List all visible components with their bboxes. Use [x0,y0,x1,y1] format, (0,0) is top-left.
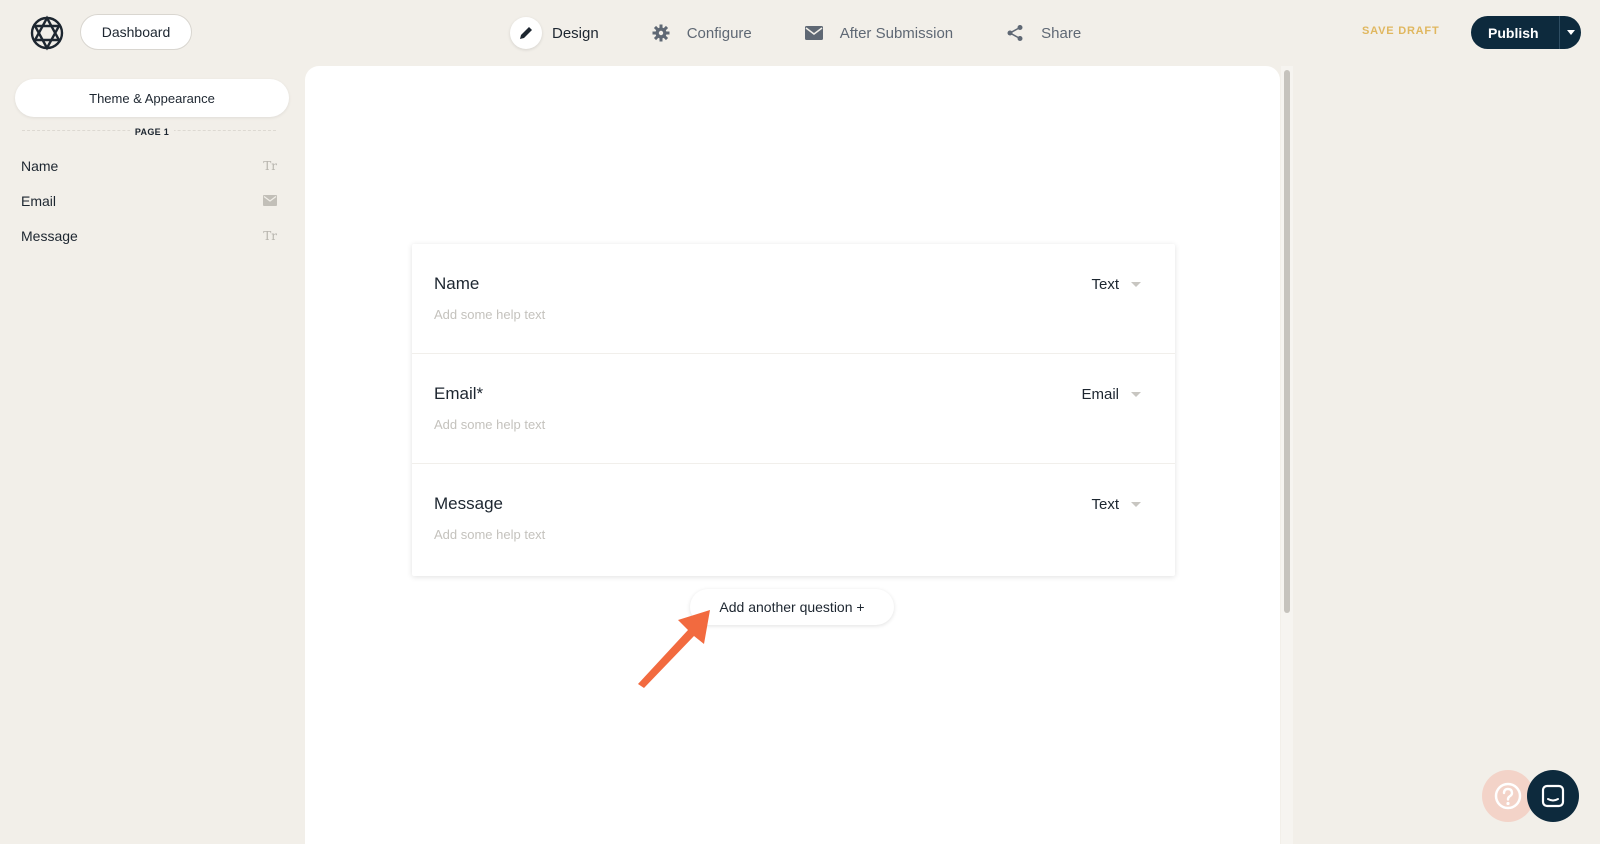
scrollbar-thumb[interactable] [1284,70,1290,613]
question-card-email[interactable]: Email* Add some help text Email [412,354,1175,464]
question-type-label: Email [1081,386,1119,403]
question-list: Name Add some help text Text Email* Add … [412,244,1175,576]
publish-label: Publish [1488,24,1539,41]
text-type-icon: Tr [263,159,277,173]
page-label: PAGE 1 [130,127,174,137]
pencil-icon [510,17,542,49]
tab-design-label: Design [552,24,599,42]
chevron-down-icon [1131,282,1141,287]
question-help-text[interactable]: Add some help text [434,307,545,322]
tab-design[interactable]: Design [510,17,599,49]
tab-share[interactable]: Share [999,17,1081,49]
text-type-icon: Tr [263,229,277,243]
chat-button[interactable] [1527,770,1579,822]
sidebar-item-label: Name [21,158,59,174]
chevron-down-icon [1131,502,1141,507]
dashboard-button[interactable]: Dashboard [80,14,192,50]
sidebar-item-message[interactable]: Message Tr [21,224,277,248]
question-type-label: Text [1091,276,1119,293]
sidebar: Theme & Appearance PAGE 1 Name Tr Email … [0,64,300,844]
save-draft-button[interactable]: SAVE DRAFT [1362,25,1439,37]
publish-button[interactable]: Publish [1471,16,1581,49]
sidebar-item-email[interactable]: Email [21,189,277,213]
question-title[interactable]: Name [434,274,479,294]
theme-appearance-button[interactable]: Theme & Appearance [15,79,289,117]
sidebar-item-label: Email [21,193,57,209]
share-icon [999,17,1031,49]
question-help-text[interactable]: Add some help text [434,527,545,542]
envelope-icon [798,17,830,49]
question-card-message[interactable]: Message Add some help text Text [412,464,1175,574]
gear-icon [645,17,677,49]
annotation-arrow-icon [638,610,710,688]
tab-configure[interactable]: Configure [645,17,752,49]
top-bar: Dashboard Design Configure After Submiss… [0,0,1600,64]
question-type-dropdown[interactable]: Email [1081,386,1141,403]
envelope-icon [263,193,277,209]
tab-share-label: Share [1041,24,1082,42]
question-mark-icon [1494,782,1522,810]
tab-after-submission-label: After Submission [839,24,954,42]
question-type-label: Text [1091,496,1119,513]
question-type-dropdown[interactable]: Text [1091,496,1141,513]
chat-icon [1541,784,1565,808]
question-title[interactable]: Email* [434,384,483,404]
sidebar-item-name[interactable]: Name Tr [21,154,277,178]
chevron-down-icon [1131,392,1141,397]
app-logo-icon[interactable] [28,14,66,52]
question-card-name[interactable]: Name Add some help text Text [412,244,1175,354]
main-nav: Design Configure After Submission Share [510,16,1127,50]
question-title[interactable]: Message [434,494,503,514]
add-question-button[interactable]: Add another question + [690,589,894,625]
question-type-dropdown[interactable]: Text [1091,276,1141,293]
tab-after-submission[interactable]: After Submission [798,17,953,49]
sidebar-item-label: Message [21,228,78,244]
question-help-text[interactable]: Add some help text [434,417,545,432]
tab-configure-label: Configure [686,24,752,42]
chevron-down-icon[interactable] [1560,30,1581,35]
